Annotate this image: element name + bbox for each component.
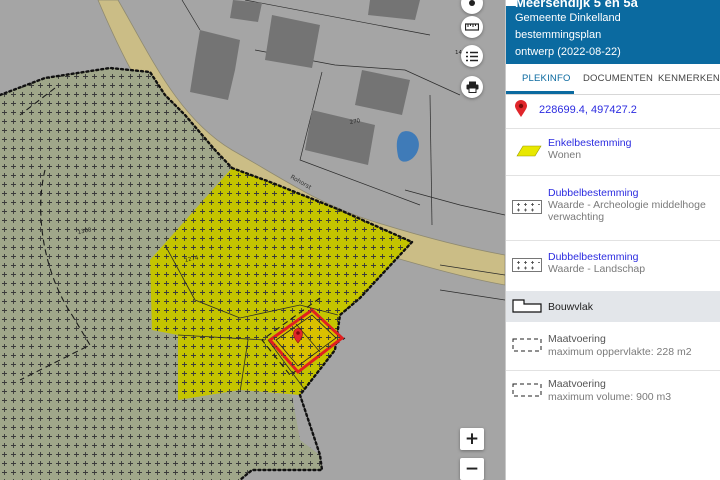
map-pin-icon [515, 100, 527, 117]
coordinates-link[interactable]: 228699.4, 497427.2 [539, 104, 637, 116]
map-canvas[interactable]: 1308 1274 1416 270 Rohorst [0, 0, 505, 480]
legend-item-dubbelbestemming-landschap: Dubbelbestemming Waarde - Landschap [506, 250, 720, 286]
enkelbestemming-value: Wonen [548, 149, 582, 161]
plan-title: Meersendijk 5 en 5a [515, 0, 638, 10]
measure-button[interactable] [461, 16, 483, 38]
tab-plekinfo[interactable]: PLEKINFO [522, 73, 571, 84]
plan-status: ontwerp (2022-08-22) [515, 46, 621, 58]
dubbelbestemming-1-title[interactable]: Dubbelbestemming [548, 187, 638, 199]
zoom-in-button[interactable]: + [460, 428, 484, 450]
zoom-out-button[interactable]: − [460, 458, 484, 480]
print-button[interactable] [461, 76, 483, 98]
maatvoering-2-value: maximum volume: 900 m3 [548, 391, 672, 403]
legend-item-dubbelbestemming-archeologie: Dubbelbestemming Waarde - Archeologie mi… [506, 186, 720, 236]
divider [506, 370, 720, 371]
dashed-outline-icon [512, 338, 542, 352]
divider [506, 240, 720, 241]
legend-button[interactable] [461, 45, 483, 67]
legend-item-maatvoering-oppervlakte: Maatvoering maximum oppervlakte: 228 m2 [506, 332, 720, 368]
cross-pattern-icon [512, 200, 542, 214]
map-view[interactable]: 1308 1274 1416 270 Rohorst + − [0, 0, 505, 480]
tab-kenmerken[interactable]: KENMERKEN [658, 73, 720, 84]
cross-pattern-icon [512, 258, 542, 272]
legend-item-bouwvlak[interactable]: Bouwvlak [506, 291, 720, 322]
maatvoering-1-value: maximum oppervlakte: 228 m2 [548, 346, 692, 358]
dubbelbestemming-2-value: Waarde - Landschap [548, 263, 646, 275]
plan-type: bestemmingsplan [515, 29, 602, 41]
bouwvlak-icon [512, 299, 542, 313]
dashed-outline-icon [512, 383, 542, 397]
divider [506, 128, 720, 129]
wonen-swatch-icon [516, 145, 542, 157]
maatvoering-2-title: Maatvoering [548, 378, 606, 390]
ruler-icon [465, 23, 479, 31]
maatvoering-1-title: Maatvoering [548, 333, 606, 345]
print-icon [466, 81, 478, 93]
coordinates-row: 228699.4, 497427.2 [506, 100, 720, 120]
list-icon [466, 51, 478, 61]
enkelbestemming-title[interactable]: Enkelbestemming [548, 137, 631, 149]
legend-item-enkelbestemming: Enkelbestemming Wonen [506, 135, 720, 175]
panel-header: Meersendijk 5 en 5a Gemeente Dinkelland … [506, 0, 720, 64]
info-panel: Meersendijk 5 en 5a Gemeente Dinkelland … [505, 0, 720, 480]
divider [506, 175, 720, 176]
tab-bar: PLEKINFO DOCUMENTEN KENMERKEN [506, 64, 720, 95]
dubbelbestemming-1-value: Waarde - Archeologie middelhoge verwacht… [548, 199, 706, 223]
active-tab-indicator [506, 91, 574, 94]
dubbelbestemming-2-title[interactable]: Dubbelbestemming [548, 251, 638, 263]
bouwvlak-title: Bouwvlak [548, 301, 593, 313]
legend-item-maatvoering-volume: Maatvoering maximum volume: 900 m3 [506, 377, 720, 413]
municipality: Gemeente Dinkelland [515, 12, 621, 24]
location-icon [469, 0, 475, 6]
tab-documenten[interactable]: DOCUMENTEN [583, 73, 653, 84]
